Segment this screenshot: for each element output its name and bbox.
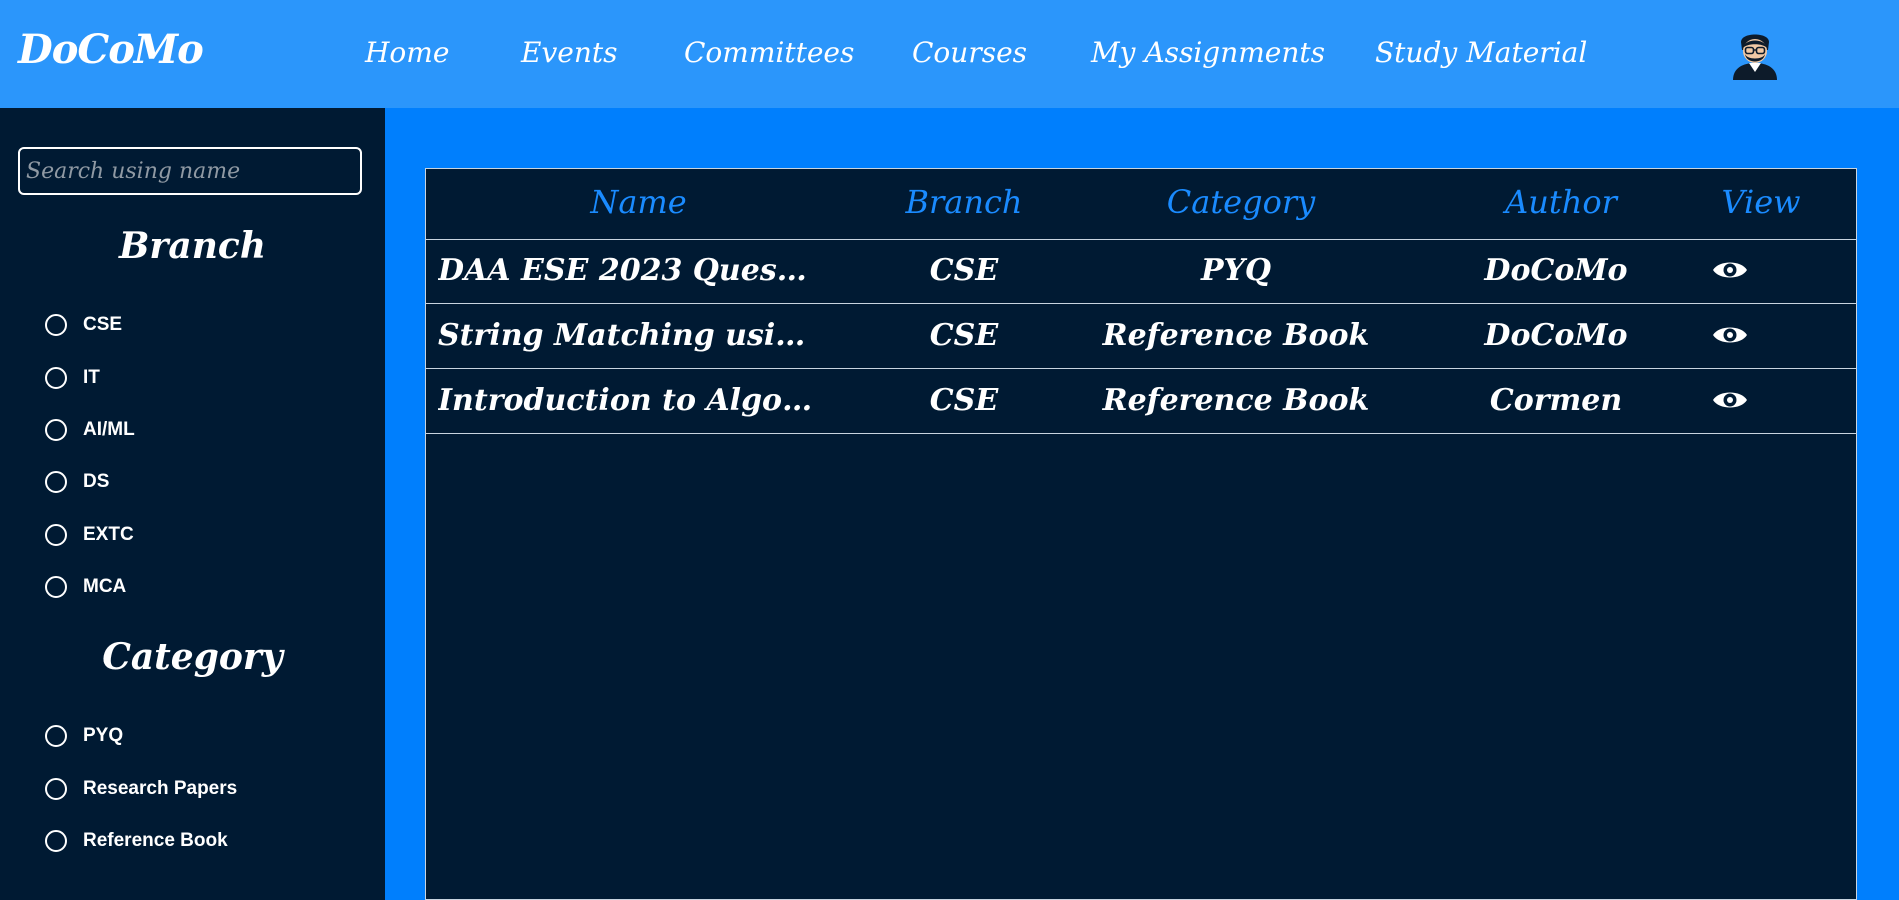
cell-branch: CSE <box>929 383 999 418</box>
nav-study-material[interactable]: Study Material <box>1375 36 1587 69</box>
branch-label: CSE <box>83 314 123 335</box>
radio-unchecked-icon[interactable] <box>45 471 67 493</box>
radio-unchecked-icon[interactable] <box>45 367 67 389</box>
cell-category: Reference Book <box>1102 383 1370 418</box>
eye-icon[interactable] <box>1710 255 1750 285</box>
eye-icon[interactable] <box>1710 385 1750 415</box>
branch-option-aiml[interactable]: AI/ML <box>45 415 135 445</box>
table-row: DAA ESE 2023 Questio... CSE PYQ DoCoMo <box>426 239 1856 304</box>
table-row: String Matching using F... CSE Reference… <box>426 304 1856 369</box>
branch-option-it[interactable]: IT <box>45 363 100 393</box>
category-option-pyq[interactable]: PYQ <box>45 721 123 751</box>
branch-label: DS <box>83 471 110 492</box>
col-header-branch: Branch <box>905 183 1023 221</box>
radio-unchecked-icon[interactable] <box>45 576 67 598</box>
cell-category: PYQ <box>1200 253 1272 288</box>
cell-category: Reference Book <box>1102 318 1370 353</box>
category-label: PYQ <box>83 725 124 746</box>
table-row: Introduction to Algorith... CSE Referenc… <box>426 369 1856 434</box>
branch-option-extc[interactable]: EXTC <box>45 520 134 550</box>
radio-unchecked-icon[interactable] <box>45 314 67 336</box>
top-navbar: DoCoMo Home Events Committees Courses My… <box>0 0 1899 108</box>
nav-committees[interactable]: Committees <box>684 36 854 69</box>
nav-courses[interactable]: Courses <box>912 36 1027 69</box>
cell-branch: CSE <box>929 318 999 353</box>
radio-unchecked-icon[interactable] <box>45 830 67 852</box>
cell-author: Cormen <box>1489 383 1623 418</box>
col-header-view: View <box>1721 183 1801 221</box>
branch-option-cse[interactable]: CSE <box>45 310 122 340</box>
cell-author: DoCoMo <box>1484 318 1628 353</box>
branch-option-mca[interactable]: MCA <box>45 572 126 602</box>
search-input[interactable] <box>18 147 362 195</box>
category-label: Reference Book <box>83 830 228 851</box>
category-option-research-papers[interactable]: Research Papers <box>45 774 237 804</box>
nav-events[interactable]: Events <box>521 36 617 69</box>
radio-unchecked-icon[interactable] <box>45 778 67 800</box>
category-heading: Category <box>102 636 283 678</box>
branch-label: AI/ML <box>83 419 135 440</box>
nav-home[interactable]: Home <box>365 36 449 69</box>
cell-name: DAA ESE 2023 Questio... <box>438 253 813 288</box>
branch-option-ds[interactable]: DS <box>45 467 109 497</box>
cell-name: Introduction to Algorith... <box>438 383 813 418</box>
branch-label: IT <box>83 367 100 388</box>
user-avatar-icon[interactable] <box>1727 30 1783 82</box>
eye-icon[interactable] <box>1710 320 1750 350</box>
branch-label: EXTC <box>83 524 134 545</box>
table-header: Name Branch Category Author View <box>426 169 1856 240</box>
radio-unchecked-icon[interactable] <box>45 725 67 747</box>
cell-branch: CSE <box>929 253 999 288</box>
radio-unchecked-icon[interactable] <box>45 419 67 441</box>
brand-logo[interactable]: DoCoMo <box>18 26 204 73</box>
radio-unchecked-icon[interactable] <box>45 524 67 546</box>
col-header-name: Name <box>590 183 687 221</box>
category-label: Research Papers <box>83 778 238 799</box>
study-material-table: Name Branch Category Author View DAA ESE… <box>425 168 1857 900</box>
col-header-category: Category <box>1166 183 1316 221</box>
branch-heading: Branch <box>119 225 266 267</box>
cell-name: String Matching using F... <box>438 318 813 353</box>
nav-my-assignments[interactable]: My Assignments <box>1091 36 1325 69</box>
branch-label: MCA <box>83 576 127 597</box>
category-option-reference-book[interactable]: Reference Book <box>45 826 228 856</box>
cell-author: DoCoMo <box>1484 253 1628 288</box>
